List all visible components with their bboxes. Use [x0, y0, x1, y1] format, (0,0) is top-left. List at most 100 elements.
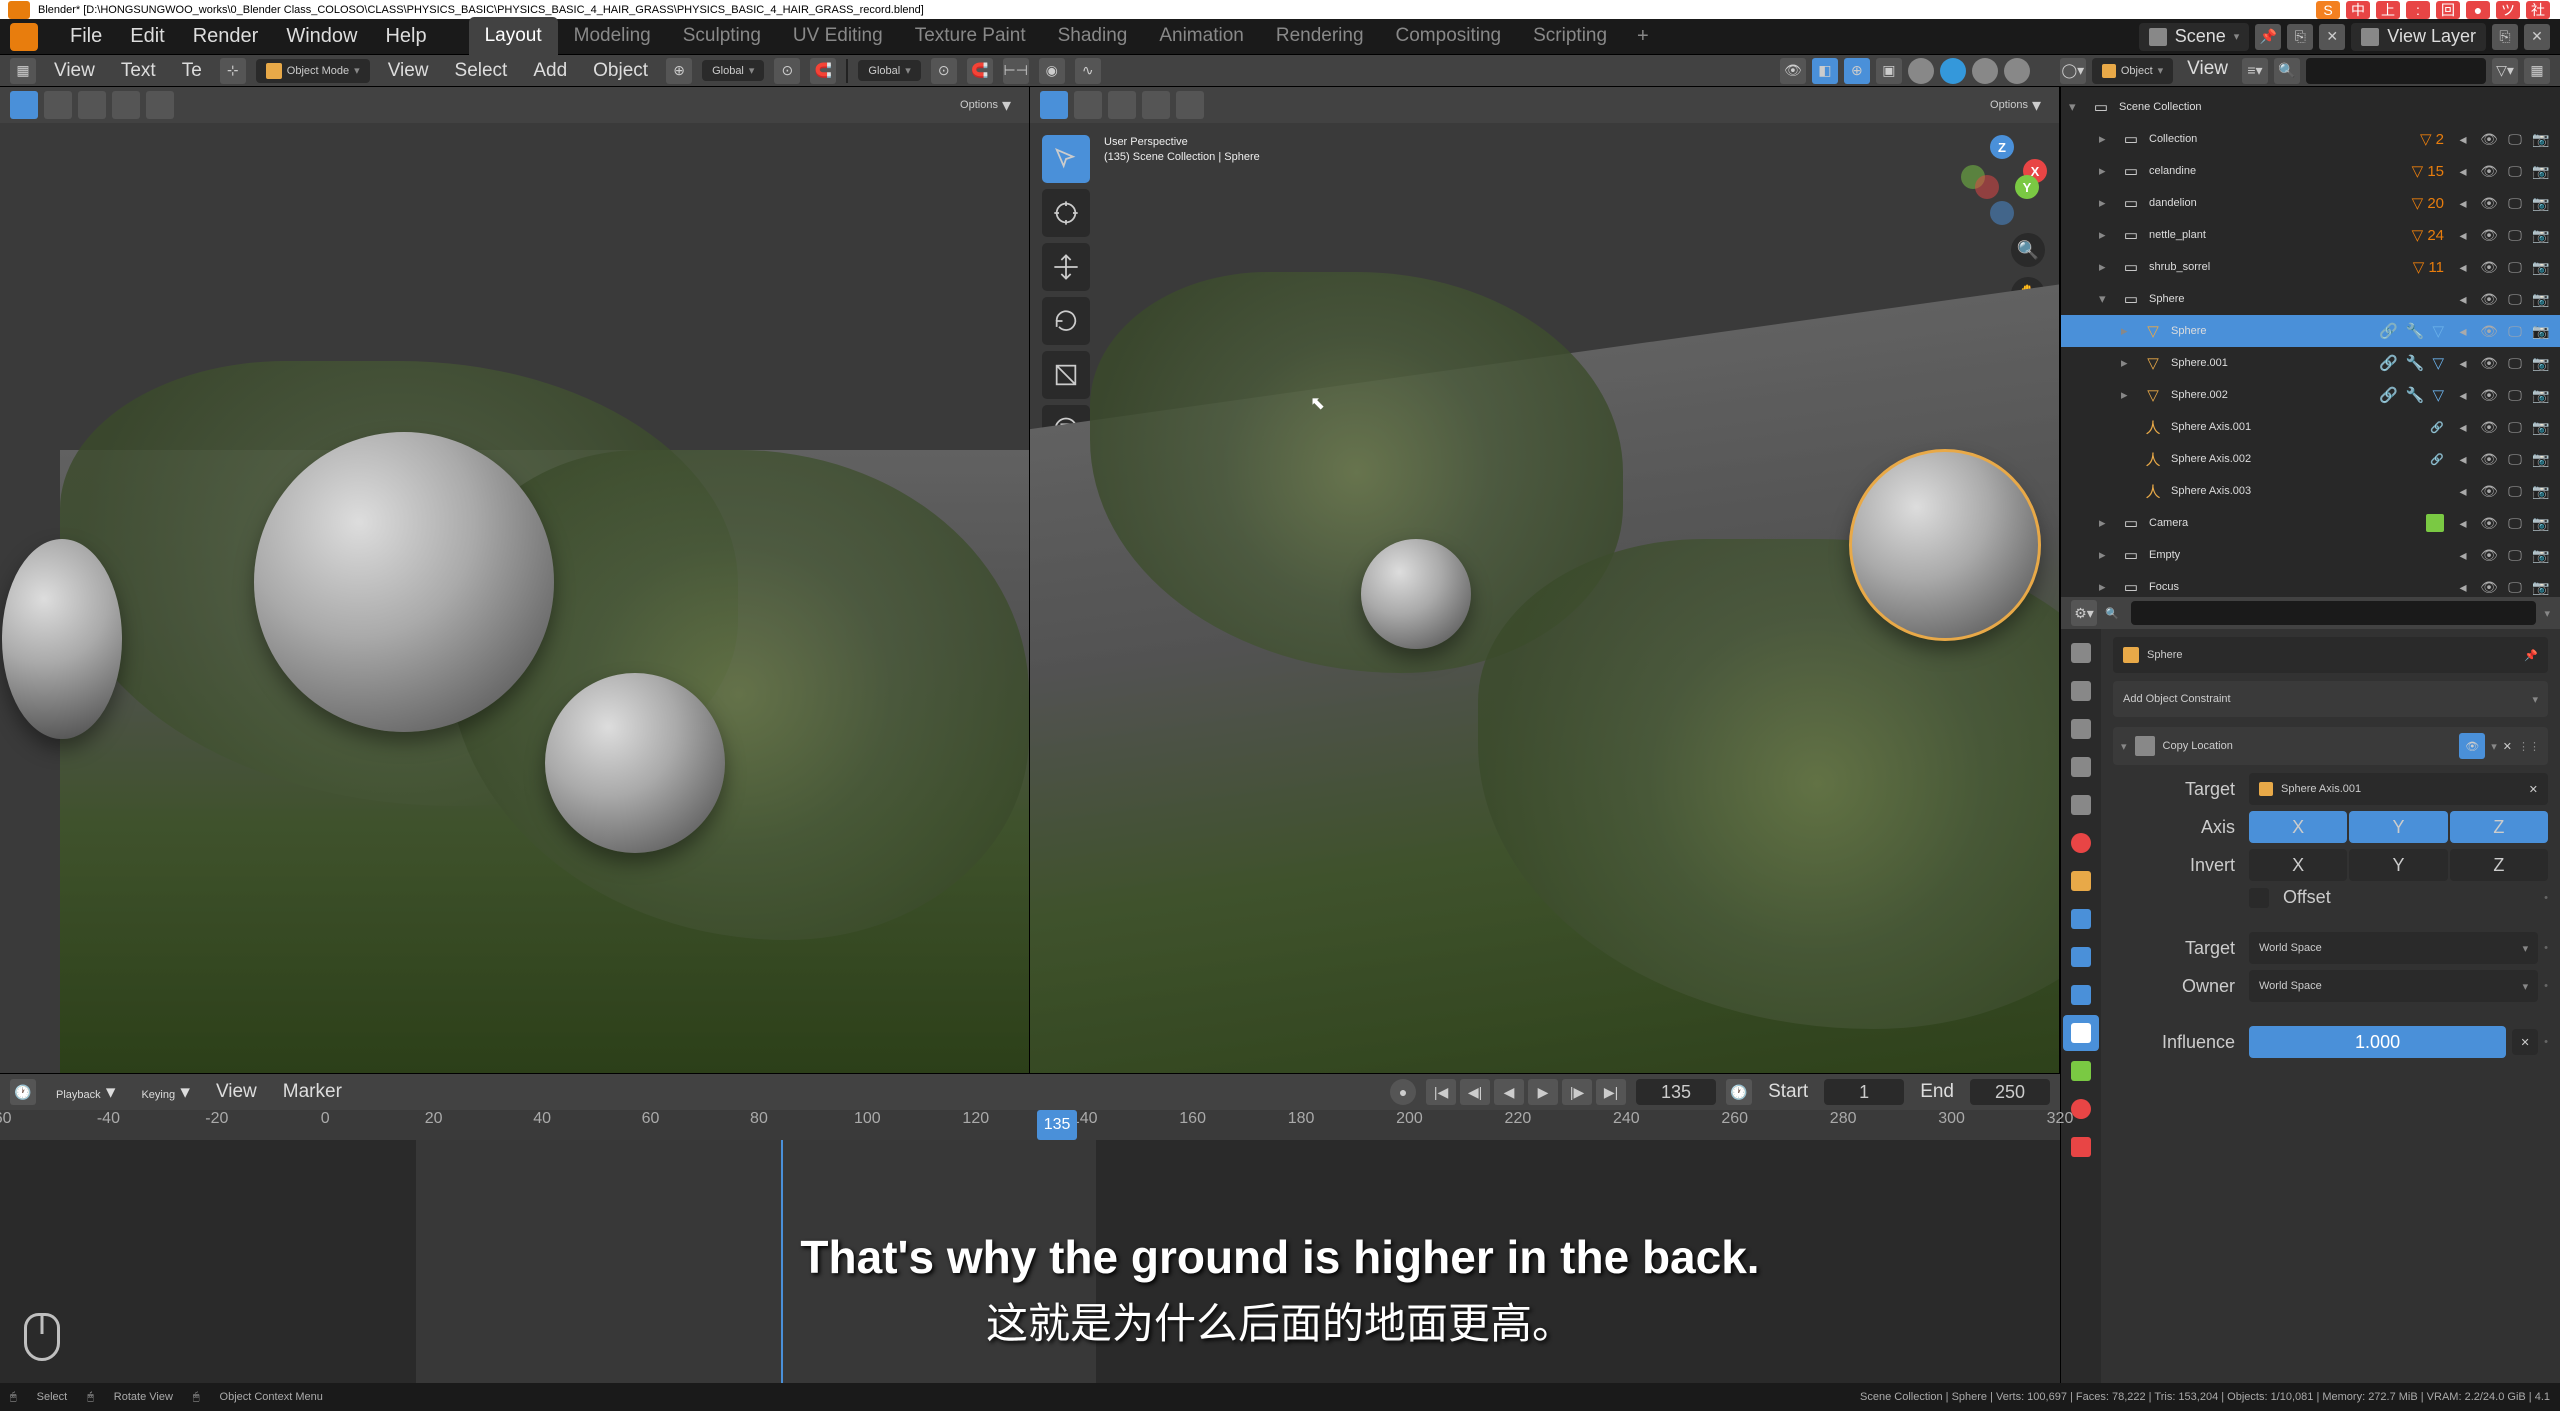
- tool-icon-4[interactable]: [112, 91, 140, 119]
- proptab-constraint-icon[interactable]: [2063, 1015, 2099, 1051]
- tool-icon-r4[interactable]: [1142, 91, 1170, 119]
- target-field[interactable]: Sphere Axis.001 ✕: [2249, 773, 2548, 805]
- playhead-line[interactable]: [781, 1140, 783, 1383]
- render-toggle-icon[interactable]: 📷: [2530, 512, 2552, 534]
- prop-edit-icon[interactable]: ◉: [1039, 58, 1065, 84]
- shading-material-icon[interactable]: [1972, 58, 1998, 84]
- filter-icon[interactable]: ▽▾: [2492, 58, 2518, 84]
- influence-slider[interactable]: 1.000: [2249, 1026, 2506, 1058]
- hide-toggle-icon[interactable]: 👁: [2478, 320, 2500, 342]
- render-toggle-icon[interactable]: 📷: [2530, 128, 2552, 150]
- select-box-icon-r[interactable]: [1040, 91, 1068, 119]
- render-toggle-icon[interactable]: 📷: [2530, 576, 2552, 597]
- props-breadcrumb[interactable]: Sphere 📌: [2113, 637, 2548, 673]
- tray-icon-2[interactable]: 中: [2346, 1, 2370, 19]
- proptab-modifier-icon[interactable]: [2063, 901, 2099, 937]
- tray-icon-6[interactable]: ●: [2466, 1, 2490, 19]
- search-icon[interactable]: 🔍: [2274, 58, 2300, 84]
- pivot-icon-2[interactable]: ⊙: [931, 58, 957, 84]
- axis-z-icon[interactable]: Z: [1990, 135, 2014, 159]
- render-toggle-icon[interactable]: 📷: [2530, 448, 2552, 470]
- proptab-particle-icon[interactable]: [2063, 939, 2099, 975]
- clear-target-icon[interactable]: ✕: [2529, 783, 2538, 796]
- constraint-header[interactable]: ▾ Copy Location 👁 ▾ ✕ ⋮⋮: [2113, 727, 2548, 765]
- orientation-icon[interactable]: ⊕: [666, 58, 692, 84]
- outliner-row-sphere-001[interactable]: ▸▽Sphere.001🔗🔧▽◂👁🖵📷: [2061, 347, 2560, 379]
- outliner-row-nettle-plant[interactable]: ▸▭nettle_plant▽ 24◂👁🖵📷: [2061, 219, 2560, 251]
- constraint-grip-icon[interactable]: ⋮⋮: [2518, 740, 2540, 753]
- exclude-toggle-icon[interactable]: ◂: [2452, 320, 2474, 342]
- outliner-row-sphere-axis-002[interactable]: 人Sphere Axis.002🔗◂👁🖵📷: [2061, 443, 2560, 475]
- menu-window[interactable]: Window: [272, 25, 371, 48]
- constraint-menu-icon[interactable]: ▾: [2491, 740, 2497, 753]
- render-toggle-icon[interactable]: 📷: [2530, 224, 2552, 246]
- hide-toggle-icon[interactable]: 👁: [2478, 416, 2500, 438]
- hide-toggle-icon[interactable]: 👁: [2478, 128, 2500, 150]
- tab-texture[interactable]: Texture Paint: [899, 17, 1042, 56]
- hdr-view2[interactable]: View: [380, 60, 437, 82]
- tl-playback[interactable]: Playback ▾: [50, 1081, 121, 1104]
- vp-right-options[interactable]: Options ▾: [1982, 95, 2049, 116]
- exclude-toggle-icon[interactable]: ◂: [2452, 416, 2474, 438]
- tab-layout[interactable]: Layout: [469, 17, 558, 56]
- vp-left-content[interactable]: [0, 123, 1029, 1073]
- exclude-toggle-icon[interactable]: ◂: [2452, 512, 2474, 534]
- tool-icon-2[interactable]: [44, 91, 72, 119]
- props-search-input[interactable]: [2131, 601, 2536, 625]
- axis-z-btn[interactable]: Z: [2450, 811, 2548, 843]
- hide-toggle-icon[interactable]: 👁: [2478, 576, 2500, 597]
- hide-toggle-icon[interactable]: 👁: [2478, 384, 2500, 406]
- menu-render[interactable]: Render: [179, 25, 273, 48]
- tab-uv[interactable]: UV Editing: [777, 17, 899, 56]
- hdr-view-r[interactable]: View: [2179, 58, 2236, 84]
- tray-icon-1[interactable]: S: [2316, 1, 2340, 19]
- outliner-row-dandelion[interactable]: ▸▭dandelion▽ 20◂👁🖵📷: [2061, 187, 2560, 219]
- proptab-viewlayer-icon[interactable]: [2063, 749, 2099, 785]
- viewport-right[interactable]: Options ▾ User Persp: [1030, 87, 2060, 1073]
- blender-icon[interactable]: [10, 23, 38, 51]
- viewport-toggle-icon[interactable]: 🖵: [2504, 480, 2526, 502]
- menu-help[interactable]: Help: [371, 25, 440, 48]
- tl-view[interactable]: View: [210, 1081, 263, 1103]
- hide-toggle-icon[interactable]: 👁: [2478, 352, 2500, 374]
- tool-icon-r5[interactable]: [1176, 91, 1204, 119]
- tab-shading[interactable]: Shading: [1042, 17, 1144, 56]
- play-icon[interactable]: ▶: [1528, 1079, 1558, 1105]
- outliner-row-collection[interactable]: ▸▭Collection▽ 2◂👁🖵📷: [2061, 123, 2560, 155]
- modifier-icon[interactable]: 🔗: [2379, 322, 2398, 340]
- keyframe-prev-icon[interactable]: ◀|: [1460, 1079, 1490, 1105]
- modifier-icon[interactable]: 🔗: [2379, 354, 2398, 372]
- hdr-view[interactable]: View: [46, 60, 103, 82]
- tool-icon-r2[interactable]: [1074, 91, 1102, 119]
- proptab-physics-icon[interactable]: [2063, 977, 2099, 1013]
- outliner-row-celandine[interactable]: ▸▭celandine▽ 15◂👁🖵📷: [2061, 155, 2560, 187]
- snap-toggle-icon[interactable]: 🧲: [967, 58, 993, 84]
- outliner-list[interactable]: ▾ ▭ Scene Collection ▸▭Collection▽ 2◂👁🖵📷…: [2061, 87, 2560, 597]
- viewport-toggle-icon[interactable]: 🖵: [2504, 256, 2526, 278]
- tab-modeling[interactable]: Modeling: [558, 17, 667, 56]
- scene-selector[interactable]: Scene ▾: [2139, 23, 2250, 51]
- shading-solid-icon[interactable]: [1940, 58, 1966, 84]
- axis-x-btn[interactable]: X: [2249, 811, 2347, 843]
- shading-wire-icon[interactable]: [1908, 58, 1934, 84]
- constraint-eye-icon[interactable]: 👁: [2459, 733, 2485, 759]
- exclude-toggle-icon[interactable]: ◂: [2452, 192, 2474, 214]
- target-space-field[interactable]: World Space ▾: [2249, 932, 2538, 964]
- hide-toggle-icon[interactable]: 👁: [2478, 224, 2500, 246]
- outliner-row-sphere-axis-003[interactable]: 人Sphere Axis.003◂👁🖵📷: [2061, 475, 2560, 507]
- outliner-row-sphere[interactable]: ▸▽Sphere🔗🔧▽◂👁🖵📷: [2061, 315, 2560, 347]
- modifier-icon[interactable]: 🔧: [2406, 322, 2425, 340]
- jump-start-icon[interactable]: |◀: [1426, 1079, 1456, 1105]
- current-frame-field[interactable]: 135: [1636, 1079, 1716, 1105]
- select-box-icon[interactable]: [10, 91, 38, 119]
- render-toggle-icon[interactable]: 📷: [2530, 480, 2552, 502]
- viewport-toggle-icon[interactable]: 🖵: [2504, 384, 2526, 406]
- scene-delete-icon[interactable]: ✕: [2319, 24, 2345, 50]
- modifier-icon[interactable]: ▽: [2432, 322, 2444, 340]
- tray-icon-8[interactable]: 社: [2526, 1, 2550, 19]
- modifier-icon[interactable]: 🔧: [2406, 386, 2425, 404]
- render-toggle-icon[interactable]: 📷: [2530, 192, 2552, 214]
- invert-z-btn[interactable]: Z: [2450, 849, 2548, 881]
- render-toggle-icon[interactable]: 📷: [2530, 544, 2552, 566]
- timeline-type-icon[interactable]: 🕐: [10, 1079, 36, 1105]
